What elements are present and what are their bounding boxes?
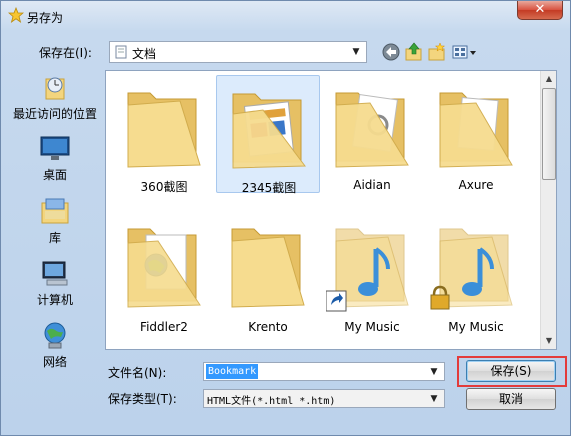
file-name: 360截图: [140, 180, 188, 194]
title-bar: 另存为 ✕: [1, 1, 570, 31]
filetype-select[interactable]: HTML文件(*.html *.htm) ▼: [203, 389, 445, 408]
place-libraries[interactable]: 库: [7, 197, 103, 246]
chevron-down-icon[interactable]: ▼: [427, 365, 441, 379]
list-item[interactable]: Fiddler2: [112, 217, 216, 335]
highlight-box: [457, 356, 567, 387]
folder-icon: [232, 93, 306, 169]
filetype-value: HTML文件(*.html *.htm): [207, 396, 336, 407]
list-item[interactable]: Aidian: [320, 75, 424, 193]
chevron-down-icon[interactable]: ▼: [349, 45, 363, 59]
folder-icon: [231, 228, 305, 308]
save-as-dialog: 另存为 ✕ 保存在(I): 文档 ▼ 最近访问的位置 桌面 库 计算机 网络 3…: [0, 0, 571, 436]
file-name: Axure: [458, 178, 494, 192]
filename-label: 文件名(N):: [108, 366, 167, 380]
list-item[interactable]: 2345截图: [216, 75, 320, 195]
list-item[interactable]: 360截图: [112, 75, 216, 194]
view-menu-icon[interactable]: [451, 42, 477, 62]
scroll-up-icon[interactable]: ▲: [541, 71, 557, 87]
filename-input[interactable]: Bookmark ▼: [203, 362, 445, 381]
music-folder-shortcut-icon: [326, 228, 409, 312]
music-folder-locked-icon: [430, 228, 513, 310]
file-name: My Music: [344, 320, 400, 334]
cancel-button[interactable]: 取消: [466, 388, 556, 410]
list-item[interactable]: My Music: [424, 217, 528, 335]
place-desktop[interactable]: 桌面: [7, 134, 103, 183]
list-item[interactable]: My Music: [320, 217, 424, 335]
file-name: My Music: [448, 320, 504, 334]
star-icon: [8, 7, 24, 23]
folder-icon: [335, 92, 409, 168]
place-label: 网络: [42, 355, 67, 369]
folder-icon: [127, 228, 201, 308]
new-folder-icon[interactable]: [427, 42, 447, 62]
place-label: 计算机: [36, 293, 73, 307]
computer-icon: [42, 261, 68, 286]
scroll-thumb[interactable]: [542, 88, 556, 180]
places-bar: 最近访问的位置 桌面 库 计算机 网络: [7, 71, 103, 381]
filename-value: Bookmark: [206, 364, 259, 379]
desktop-icon: [40, 136, 70, 160]
file-name: Fiddler2: [140, 320, 188, 334]
file-name: Krento: [248, 320, 288, 334]
file-name: 2345截图: [241, 181, 297, 195]
filetype-label: 保存类型(T):: [108, 392, 177, 406]
list-item[interactable]: Krento: [216, 217, 320, 335]
lookin-value: 文档: [132, 47, 157, 61]
place-label: 桌面: [42, 168, 67, 182]
place-label: 库: [48, 231, 61, 245]
documents-icon: [115, 45, 127, 59]
place-label: 最近访问的位置: [12, 107, 97, 121]
lookin-combo[interactable]: 文档 ▼: [109, 41, 367, 63]
network-icon: [44, 322, 66, 349]
file-name: Aidian: [353, 178, 391, 192]
folder-icon: [439, 92, 513, 168]
file-list[interactable]: 360截图 2345截图 Aidian Axure Fiddler2 Krent…: [105, 70, 557, 350]
vertical-scrollbar[interactable]: ▲ ▼: [540, 71, 556, 349]
close-button[interactable]: ✕: [517, 1, 563, 20]
place-computer[interactable]: 计算机: [7, 259, 103, 308]
back-icon[interactable]: [381, 42, 401, 62]
place-network[interactable]: 网络: [7, 321, 103, 370]
scroll-down-icon[interactable]: ▼: [541, 333, 557, 349]
folder-icon: [127, 92, 201, 168]
list-item[interactable]: Axure: [424, 75, 528, 193]
chevron-down-icon[interactable]: ▼: [427, 392, 441, 406]
up-folder-icon[interactable]: [404, 42, 424, 62]
libraries-icon: [41, 198, 69, 224]
place-recent[interactable]: 最近访问的位置: [7, 73, 103, 122]
window-title: 另存为: [27, 11, 64, 25]
recent-places-icon: [45, 77, 65, 100]
lookin-label: 保存在(I):: [39, 46, 92, 60]
